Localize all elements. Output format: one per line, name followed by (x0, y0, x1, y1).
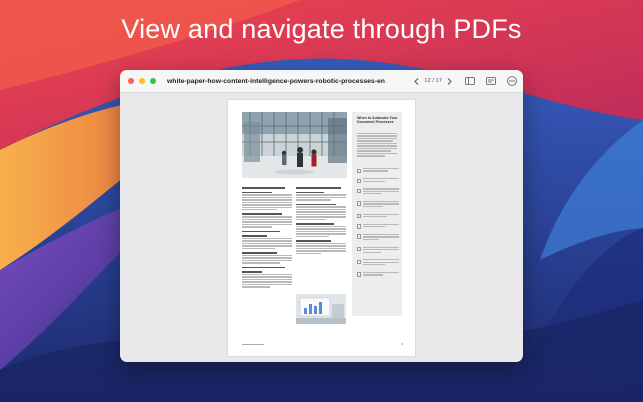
pdf-viewer-window: white-paper-how-content-intelligence-pow… (120, 70, 523, 362)
sidebar-checklist (357, 168, 399, 282)
sidebar-title: When to Automate Your Document Processes (357, 116, 398, 125)
title-bar: white-paper-how-content-intelligence-pow… (120, 70, 523, 93)
window-controls (128, 78, 156, 84)
headline: View and navigate through PDFs (121, 14, 522, 44)
more-icon[interactable] (506, 76, 517, 87)
page-number: 9 (401, 342, 403, 346)
sidebar-icon[interactable] (464, 76, 475, 87)
office-photo (242, 112, 347, 178)
text-column-left (242, 184, 292, 289)
page-indicator: 12 / 17 (424, 78, 442, 84)
laptop-chart-photo (296, 294, 346, 324)
page-sidebar-box: When to Automate Your Document Processes (352, 112, 402, 316)
document-title: white-paper-how-content-intelligence-pow… (167, 77, 385, 85)
pdf-page[interactable]: When to Automate Your Document Processes (228, 100, 415, 356)
form-icon[interactable] (485, 76, 496, 87)
text-column-middle (296, 184, 346, 255)
footer-text (242, 343, 264, 345)
chevron-right-icon[interactable] (445, 75, 454, 87)
close-button[interactable] (128, 78, 134, 84)
chevron-left-icon[interactable] (412, 75, 421, 87)
fullscreen-button[interactable] (150, 78, 156, 84)
minimize-button[interactable] (139, 78, 145, 84)
sidebar-paragraph (357, 133, 397, 158)
toolbar: 12 / 17 (412, 70, 517, 92)
